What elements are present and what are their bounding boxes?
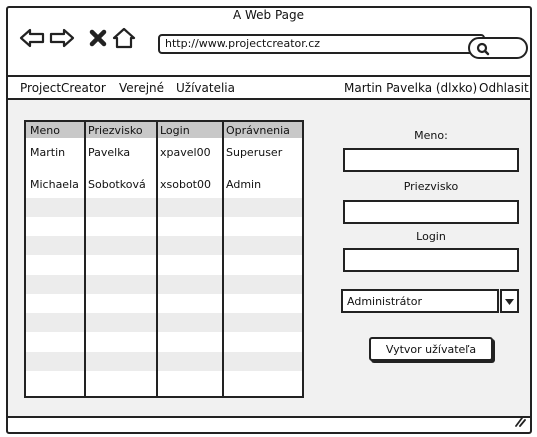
table-cell[interactable]: Michaela: [30, 178, 79, 191]
users-table[interactable]: Meno Priezvisko Login Oprávnenia Martin …: [24, 120, 304, 398]
home-icon[interactable]: [110, 24, 138, 52]
column-header-first-name[interactable]: Meno: [30, 124, 60, 137]
table-cell[interactable]: Admin: [226, 178, 261, 191]
back-icon[interactable]: [18, 24, 46, 52]
table-cell[interactable]: xpavel00: [160, 146, 211, 159]
last-name-input[interactable]: [343, 200, 519, 224]
create-user-button[interactable]: Vytvor užívateľa: [369, 337, 493, 361]
chevron-down-icon: [505, 299, 514, 305]
current-user-link[interactable]: Martin Pavelka (dlxko): [344, 81, 477, 95]
column-header-last-name[interactable]: Priezvisko: [88, 124, 143, 137]
first-name-label: Meno:: [414, 129, 448, 142]
last-name-label: Priezvisko: [403, 180, 459, 193]
table-cell[interactable]: xsobot00: [160, 178, 211, 191]
browser-search-field[interactable]: [468, 37, 528, 59]
role-select-toggle[interactable]: [500, 289, 519, 313]
login-label: Login: [416, 230, 446, 243]
table-cell[interactable]: Sobotková: [88, 178, 146, 191]
column-header-login[interactable]: Login: [160, 124, 190, 137]
table-cell[interactable]: Pavelka: [88, 146, 130, 159]
first-name-input[interactable]: [343, 148, 519, 172]
window-title: A Web Page: [232, 8, 305, 22]
role-select[interactable]: Administrátor: [341, 289, 499, 313]
search-icon: [476, 41, 490, 60]
resize-grip-icon[interactable]: [514, 412, 526, 431]
table-cell[interactable]: Superuser: [226, 146, 282, 159]
status-bar: [8, 416, 530, 433]
menu-item-users[interactable]: Užívatelia: [176, 81, 235, 95]
forward-icon[interactable]: [48, 24, 76, 52]
logout-link[interactable]: Odhlasit: [479, 81, 529, 95]
stop-icon[interactable]: [84, 24, 112, 52]
login-input[interactable]: [343, 248, 519, 272]
column-header-permissions[interactable]: Oprávnenia: [226, 124, 290, 137]
menu-item-public[interactable]: Verejné: [119, 81, 164, 95]
table-cell[interactable]: Martin: [30, 146, 65, 159]
menu-bar: ProjectCreator Verejné Užívatelia Martin…: [8, 75, 530, 100]
menu-app-name[interactable]: ProjectCreator: [20, 81, 106, 95]
address-bar[interactable]: http://www.projectcreator.cz: [158, 34, 485, 54]
